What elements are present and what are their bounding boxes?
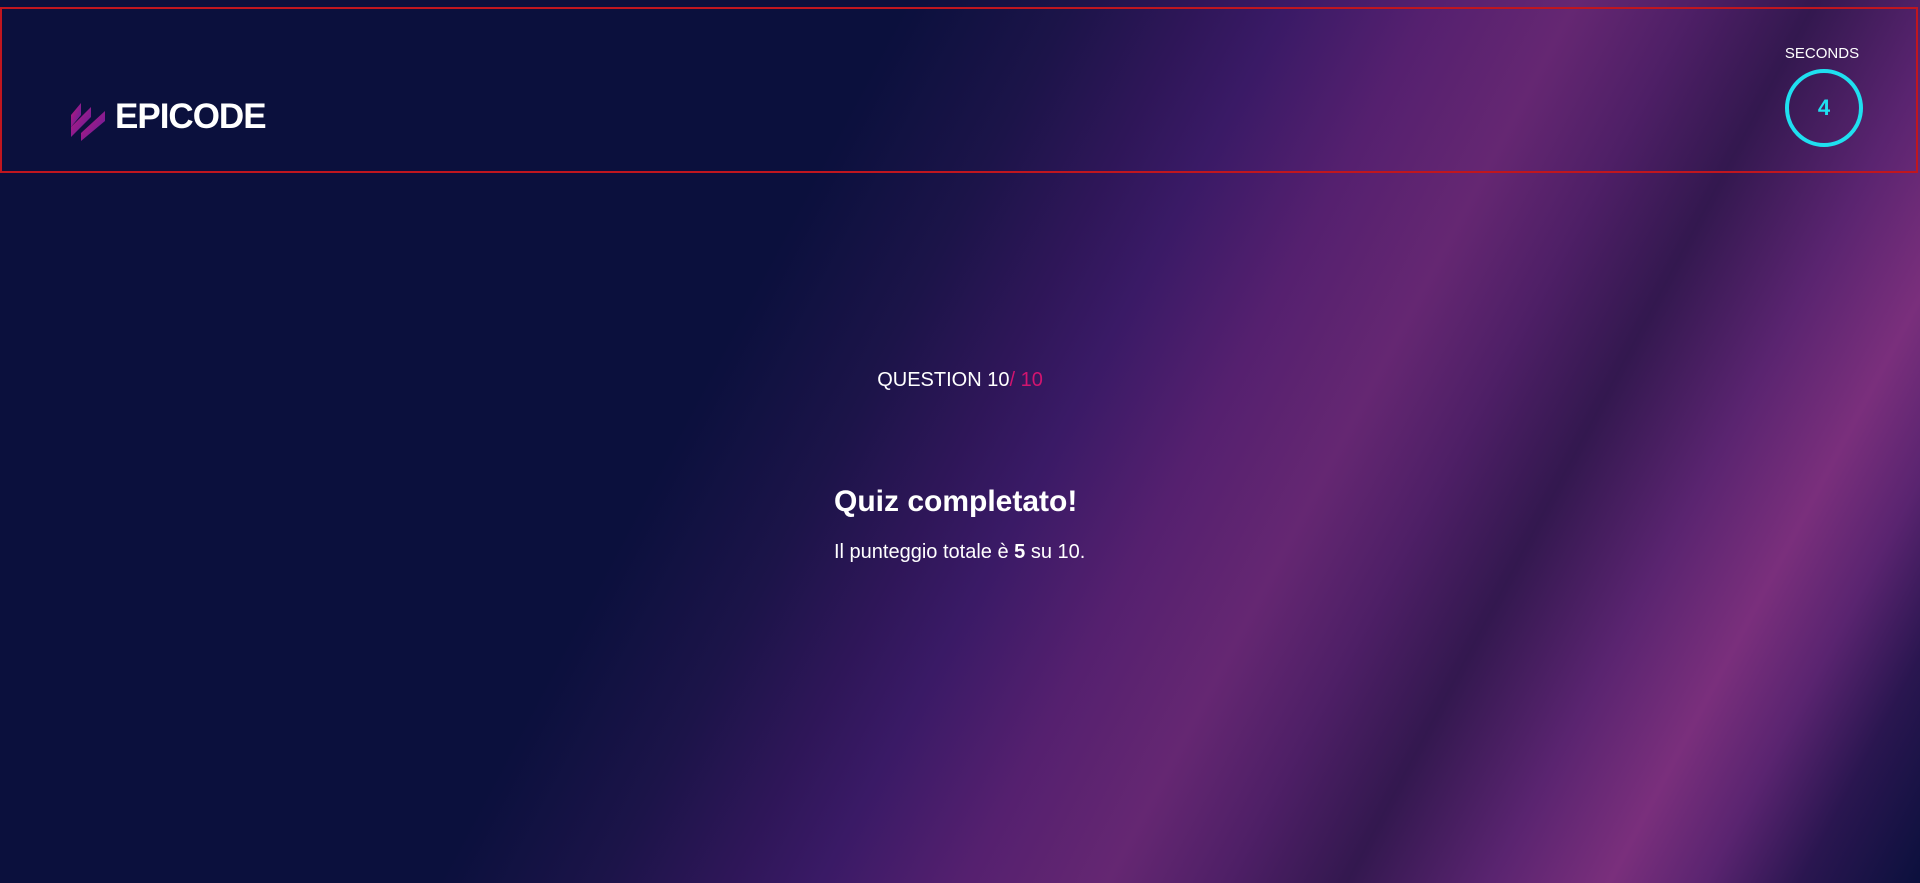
result-title: Quiz completato! xyxy=(834,485,1078,518)
logo: EPICODE xyxy=(67,93,267,141)
score-prefix: Il punteggio totale è xyxy=(834,541,1015,563)
timer-circle: 4 xyxy=(1785,69,1863,147)
score-value: 5 xyxy=(1014,541,1026,563)
timer: SECONDS 4 xyxy=(1777,45,1867,147)
logo-text: EPICODE xyxy=(115,97,267,136)
question-counter-total: / 10 xyxy=(1009,369,1043,391)
question-counter: QUESTION 10/ 10 xyxy=(0,369,1920,392)
question-counter-current: QUESTION 10 xyxy=(877,369,1010,391)
timer-value: 4 xyxy=(1817,95,1831,120)
result-score-text: Il punteggio totale è 5 su 10. xyxy=(834,541,1085,564)
score-suffix: su 10. xyxy=(1025,541,1086,563)
epicode-logo-icon xyxy=(71,103,105,141)
result-panel: Quiz completato! Il punteggio totale è 5… xyxy=(834,485,1085,564)
header: EPICODE SECONDS 4 xyxy=(0,7,1918,173)
timer-label: SECONDS xyxy=(1784,45,1860,62)
